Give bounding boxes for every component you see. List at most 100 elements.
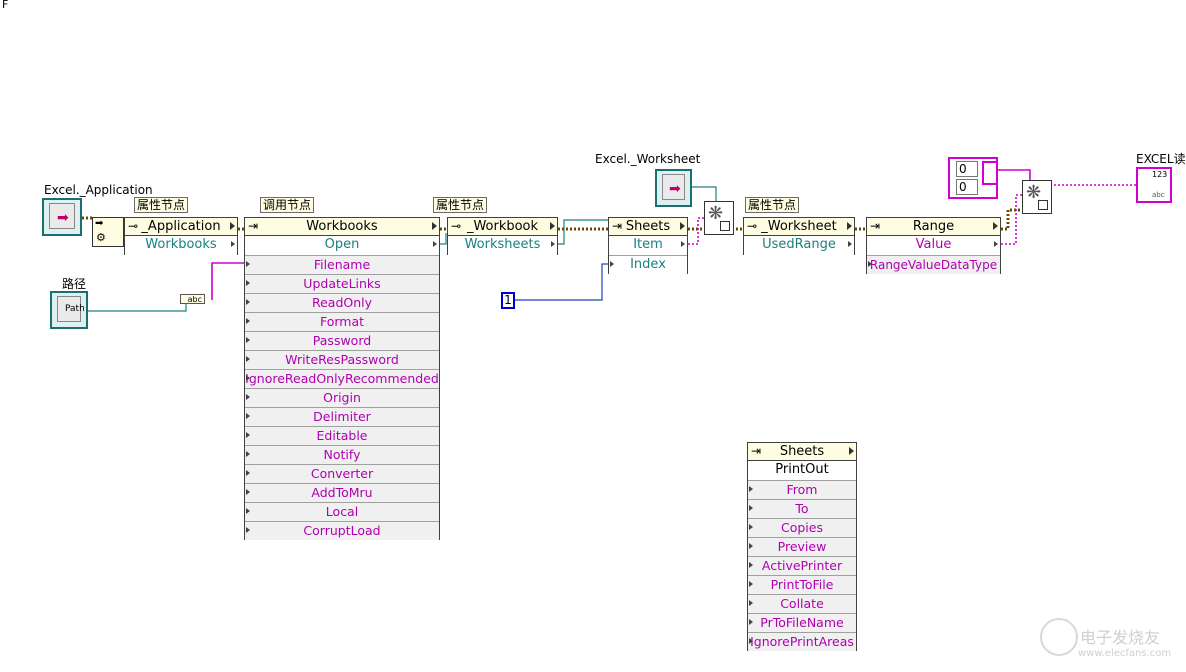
param-row[interactable]: Converter [245, 464, 439, 483]
excel-worksheet-refnum-constant[interactable]: ➡ [655, 169, 692, 207]
close-reference-1[interactable]: ❋ [704, 201, 734, 235]
param-row[interactable]: WriteResPassword [245, 350, 439, 369]
param-row[interactable]: To [748, 499, 856, 518]
param-label: Local [325, 504, 359, 519]
node-header: ⊸ _Worksheet [744, 218, 854, 236]
param-row[interactable]: From [748, 480, 856, 499]
close-square-icon [1038, 200, 1048, 210]
property-row-item[interactable]: Item [609, 236, 687, 255]
param-row[interactable]: Origin [245, 388, 439, 407]
param-row[interactable]: ReadOnly [245, 293, 439, 312]
wire-value-out [1001, 194, 1022, 245]
array-element-0[interactable]: 0 [956, 161, 978, 177]
method-row-open[interactable]: Open [245, 236, 439, 255]
application-property-node[interactable]: ⊸ _Application Workbooks [124, 217, 238, 255]
sheets-printout-invoke-node[interactable]: ⇥ Sheets PrintOut From To Copies Preview Act… [747, 442, 857, 651]
param-label: IgnorePrintAreas [750, 634, 854, 649]
param-label: ActivePrinter [761, 558, 843, 573]
param-label: PrToFileName [760, 615, 844, 630]
param-label: ReadOnly [311, 295, 373, 310]
param-row[interactable]: PrToFileName [748, 613, 856, 632]
close-reference-2[interactable]: ❋ [1022, 180, 1052, 214]
param-row[interactable]: Delimiter [245, 407, 439, 426]
invoke-arrow-icon: ⇥ [751, 444, 762, 458]
workbooks-invoke-node[interactable]: ⇥ Workbooks Open Filename UpdateLinks Read… [244, 217, 440, 540]
param-row[interactable]: Notify [245, 445, 439, 464]
property-row-workbooks[interactable]: Workbooks [125, 236, 237, 255]
node-class-name: Sheets [625, 219, 671, 234]
wire-filename [211, 262, 247, 300]
param-row[interactable]: Copies [748, 518, 856, 537]
range-invoke-node[interactable]: ⇥ Range Value RangeValueDataType [866, 217, 1001, 274]
param-label: WriteResPassword [285, 352, 399, 367]
path-label: 路径 [62, 277, 87, 291]
param-row[interactable]: Local [245, 502, 439, 521]
excel-read-indicator[interactable]: 123 abc [1136, 167, 1172, 203]
output-terminal-icon [680, 222, 685, 230]
gear-icon: ⚙ [96, 231, 106, 244]
param-row[interactable]: Password [245, 331, 439, 350]
param-label: Editable [316, 428, 368, 443]
param-row-rangevaluedatatype[interactable]: RangeValueDataType [867, 255, 1000, 274]
param-row[interactable]: Editable [245, 426, 439, 445]
node-header: ⊸ _Application [125, 218, 237, 236]
param-row[interactable]: Format [245, 312, 439, 331]
output-terminal-icon [847, 222, 852, 230]
param-label: UpdateLinks [303, 276, 381, 291]
param-label: Notify [323, 447, 361, 462]
path-icon-text: Path [65, 304, 85, 314]
excel-worksheet-label: Excel._Worksheet [595, 152, 701, 166]
indicator-numeric-text: 123 [1152, 170, 1168, 179]
path-control[interactable]: Path [50, 291, 88, 329]
refnum-arrow-icon: ➡ [669, 181, 681, 197]
property-row-usedrange[interactable]: UsedRange [744, 236, 854, 255]
workbook-property-node[interactable]: ⊸ _Workbook Worksheets [447, 217, 558, 255]
array-constant[interactable]: 0 0 [948, 157, 998, 199]
excel-application-refnum-control[interactable]: ➡ [42, 198, 82, 236]
param-row[interactable]: IgnorePrintAreas [748, 632, 856, 651]
wire-path-to-conv [88, 304, 187, 312]
output-terminal-icon [432, 222, 437, 230]
param-label: Filename [313, 257, 371, 272]
param-row[interactable]: CorruptLoad [245, 521, 439, 540]
worksheet-property-node[interactable]: ⊸ _Worksheet UsedRange [743, 217, 855, 255]
close-square-icon [720, 221, 730, 231]
param-row[interactable]: Collate [748, 594, 856, 613]
param-row[interactable]: PrintToFile [748, 575, 856, 594]
method-row-value[interactable]: Value [867, 236, 1000, 255]
param-label: To [795, 501, 809, 516]
param-label: From [786, 482, 818, 497]
param-row[interactable]: Filename [245, 255, 439, 274]
watermark-url: www.elecfans.com [1078, 648, 1172, 659]
param-row[interactable]: ActivePrinter [748, 556, 856, 575]
param-row[interactable]: Preview [748, 537, 856, 556]
property-row-index[interactable]: Index [609, 255, 687, 274]
index-constant[interactable]: 1 [501, 292, 515, 309]
param-label: CorruptLoad [303, 523, 381, 538]
node-header: ⊸ _Workbook [448, 218, 557, 236]
array-element-1[interactable]: 0 [956, 179, 978, 195]
property-row-worksheets[interactable]: Worksheets [448, 236, 557, 255]
property-node-tag-3: 属性节点 [745, 197, 800, 213]
excel-application-label: Excel._Application [44, 183, 153, 197]
wire-index-const [515, 263, 610, 301]
param-row[interactable]: AddToMru [245, 483, 439, 502]
sheets-property-node[interactable]: ⇥ Sheets Item Index [608, 217, 688, 274]
param-row[interactable]: IgnoreReadOnlyRecommended [245, 369, 439, 388]
output-terminal-icon [993, 222, 998, 230]
node-class-name: _Application [141, 219, 221, 234]
node-class-name: _Worksheet [761, 219, 837, 234]
path-to-string-convert[interactable]: abc [180, 294, 205, 304]
param-label: Delimiter [313, 409, 371, 424]
wire-workbooks-open-out [440, 233, 447, 245]
refnum-arrow-icon: ➡ [57, 210, 69, 226]
method-row-printout[interactable]: PrintOut [748, 461, 856, 480]
automation-open-node[interactable]: ➡ ⚙ [92, 217, 124, 247]
wire-item-out [688, 217, 704, 245]
node-class-name: _Workbook [466, 219, 539, 234]
wire-range-to-close2 [1001, 208, 1022, 231]
indicator-string-text: abc [1152, 191, 1165, 199]
node-header: ⇥ Sheets [609, 218, 687, 236]
param-row[interactable]: UpdateLinks [245, 274, 439, 293]
node-header: ⇥ Range [867, 218, 1000, 236]
